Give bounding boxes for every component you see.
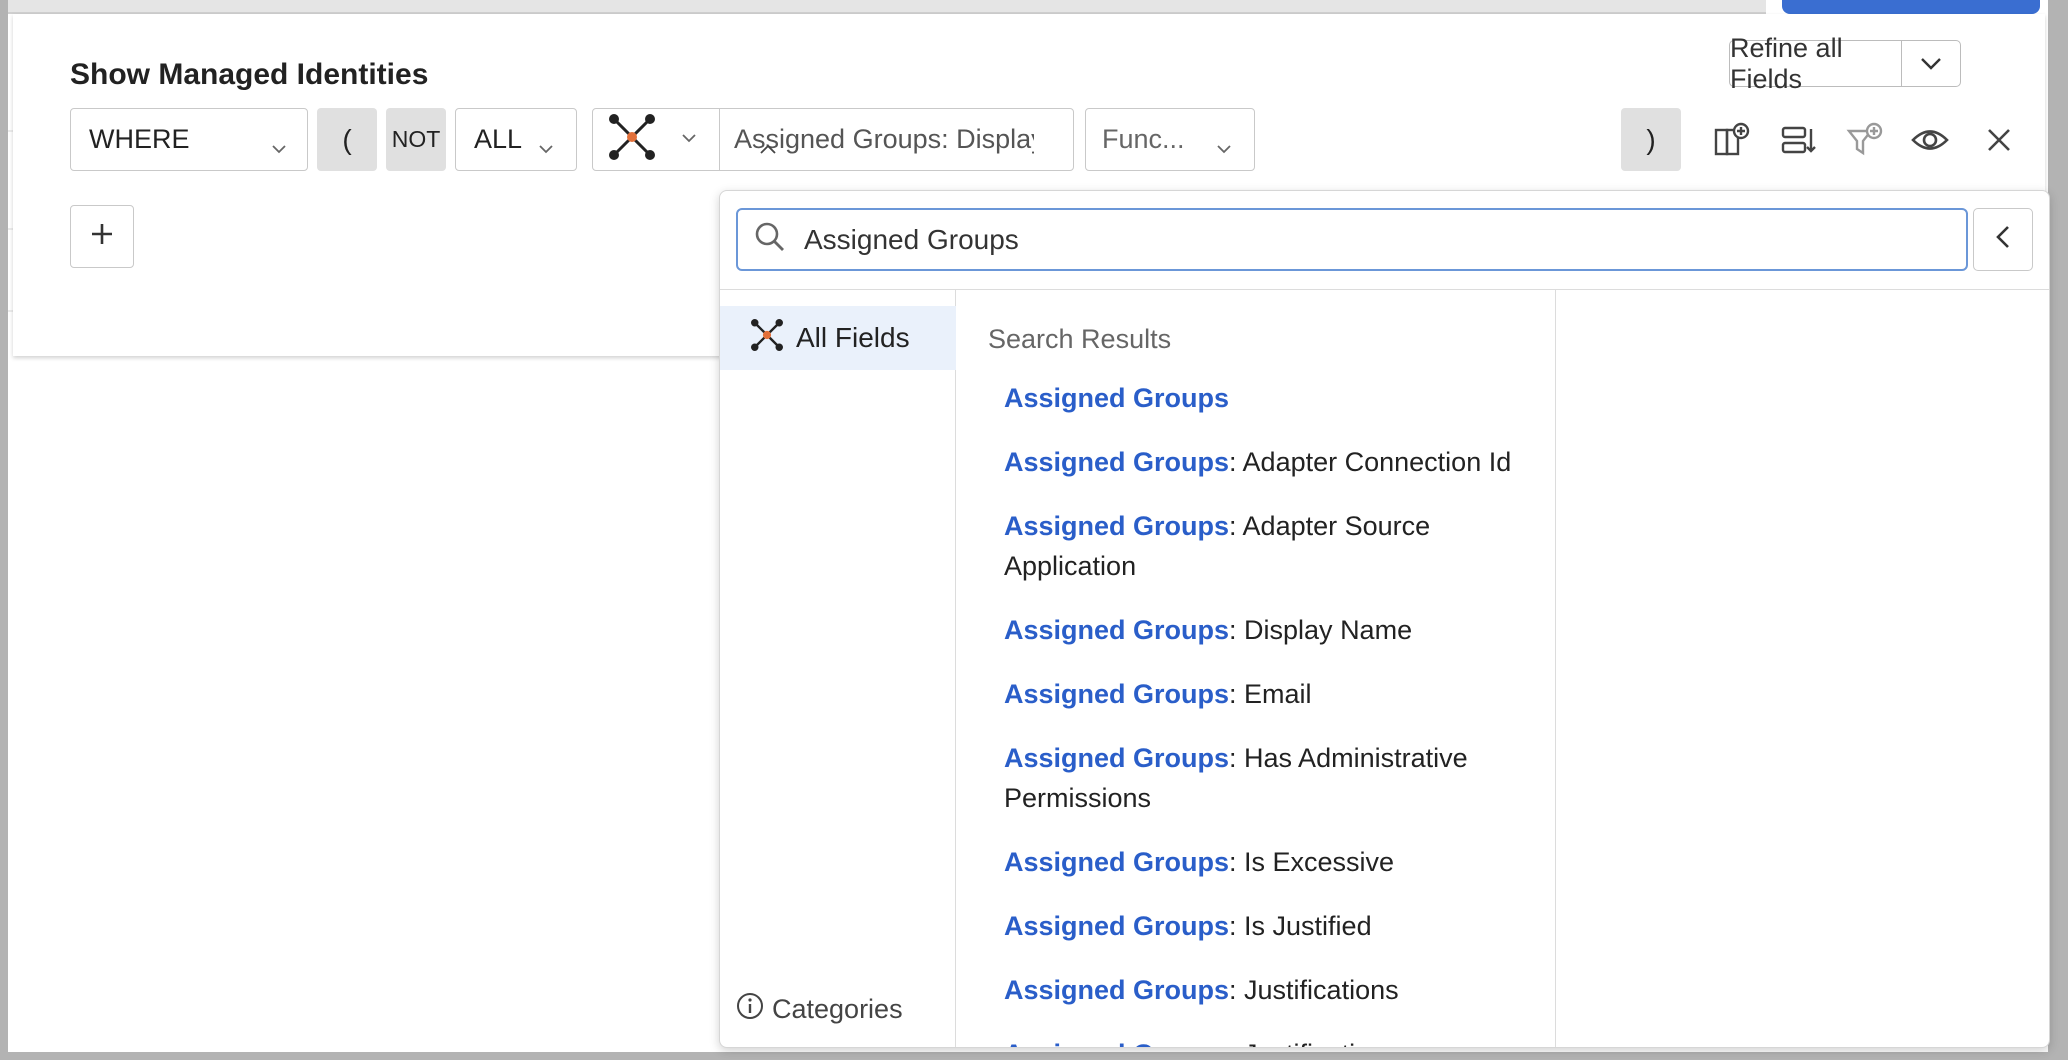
close-icon[interactable] [1979, 120, 2019, 160]
background-primary-button [1782, 0, 2040, 14]
category-list: All Fields Categories [720, 290, 956, 1047]
result-match-text: Assigned Groups [1004, 447, 1230, 477]
result-match-text: Assigned Groups [1004, 615, 1230, 645]
field-picker-dropdown: Assigned Groups All Fields Categories Se… [719, 190, 2050, 1048]
result-item[interactable]: Assigned Groups: Email [1004, 674, 1544, 714]
refine-all-fields-button[interactable]: Refine all Fields [1729, 33, 1961, 94]
result-suffix-text: : Justifications: [1229, 1039, 1406, 1047]
refine-label: Refine all Fields [1730, 33, 1902, 94]
where-label: WHERE [89, 124, 190, 154]
background-topbar [8, 0, 1766, 14]
category-all-fields[interactable]: All Fields [720, 306, 956, 370]
categories-label: Categories [772, 994, 903, 1024]
open-parenthesis-button[interactable]: ( [317, 108, 377, 171]
result-item[interactable]: Assigned Groups: Is Excessive [1004, 842, 1544, 882]
result-match-text: Assigned Groups [1004, 679, 1230, 709]
collapse-panel-button[interactable] [1973, 208, 2033, 271]
result-match-text: Assigned Groups [1004, 975, 1230, 1005]
result-match-text: Assigned Groups [1004, 847, 1230, 877]
info-icon [736, 992, 764, 1027]
result-match-text: Assigned Groups [1004, 1039, 1229, 1047]
result-item[interactable]: Assigned Groups: Justifications: [1004, 1034, 1544, 1047]
network-nodes-icon [750, 318, 784, 359]
result-item[interactable]: Assigned Groups [1004, 378, 1544, 418]
result-suffix-text: : Is Justified [1229, 911, 1372, 941]
result-suffix-text: : Adapter Connection Id [1229, 447, 1512, 477]
chevron-down-icon [681, 131, 697, 149]
chevron-down-icon [538, 131, 554, 162]
column-add-icon[interactable] [1712, 120, 1752, 160]
entity-type-select[interactable] [593, 109, 720, 170]
result-suffix-text: : Display Name [1229, 615, 1413, 645]
result-match-text: Assigned Groups [1004, 383, 1230, 413]
result-match-text: Assigned Groups [1004, 743, 1230, 773]
close-parenthesis-button[interactable]: ) [1621, 108, 1681, 171]
chevron-down-icon [271, 131, 287, 162]
search-input-value: Assigned Groups [804, 223, 1019, 255]
eye-icon[interactable] [1910, 120, 1950, 160]
chevron-down-icon [1216, 131, 1232, 162]
plus-icon [89, 221, 115, 252]
results-heading: Search Results [988, 324, 1172, 354]
chevron-left-icon [1995, 224, 2011, 255]
function-select[interactable]: Func... [1085, 108, 1255, 171]
field-select-value[interactable]: Assigned Groups: Display Name [720, 109, 1073, 170]
filter-add-icon[interactable] [1845, 120, 1885, 160]
result-suffix-text: : Justifications [1229, 975, 1399, 1005]
not-toggle-button[interactable]: NOT [386, 108, 446, 171]
result-item[interactable]: Assigned Groups: Justifications [1004, 970, 1544, 1010]
sort-rows-icon[interactable] [1779, 120, 1819, 160]
result-suffix-text: : Is Excessive [1229, 847, 1395, 877]
result-item[interactable]: Assigned Groups: Adapter Source Applicat… [1004, 506, 1544, 586]
result-match-text: Assigned Groups [1004, 911, 1230, 941]
search-icon [754, 221, 786, 258]
field-selector[interactable]: Assigned Groups: Display Name [592, 108, 1074, 171]
all-select[interactable]: ALL [455, 108, 577, 171]
search-results-column: Search Results Assigned Groups Assigned G… [956, 290, 1556, 1047]
result-item[interactable]: Assigned Groups: Is Justified [1004, 906, 1544, 946]
results-list: Assigned Groups Assigned Groups: Adapter … [1004, 378, 1544, 1047]
function-placeholder: Func... [1102, 124, 1185, 154]
network-nodes-icon [607, 112, 657, 167]
result-item[interactable]: Assigned Groups: Has Administrative Perm… [1004, 738, 1544, 818]
add-condition-button[interactable] [70, 205, 134, 268]
field-detail-column [1556, 290, 2049, 1047]
page-title: Show Managed Identities [70, 58, 429, 91]
result-item[interactable]: Assigned Groups: Adapter Connection Id [1004, 442, 1544, 482]
where-select[interactable]: WHERE [70, 108, 308, 171]
all-fields-label: All Fields [796, 322, 910, 353]
field-search-input[interactable]: Assigned Groups [736, 208, 1968, 271]
chevron-down-icon[interactable] [1902, 41, 1960, 86]
result-match-text: Assigned Groups [1004, 511, 1230, 541]
categories-info[interactable]: Categories [736, 992, 903, 1027]
result-suffix-text: : Email [1229, 679, 1312, 709]
result-item[interactable]: Assigned Groups: Display Name [1004, 610, 1544, 650]
all-label: ALL [474, 124, 523, 154]
chevron-up-icon [759, 131, 1059, 162]
